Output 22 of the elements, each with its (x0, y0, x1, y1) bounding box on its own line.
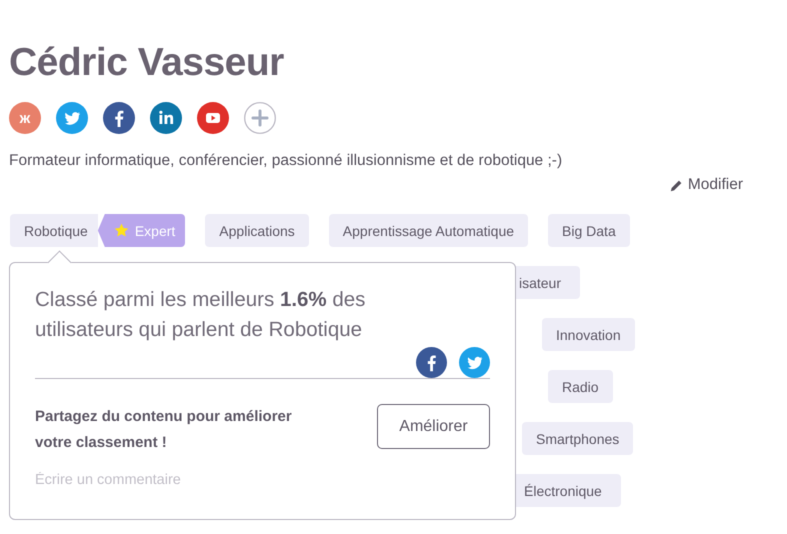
improve-button[interactable]: Améliorer (377, 404, 490, 449)
ranking-text: Classé parmi les meilleurs 1.6% des utilisateurs qui parlent de Robotique (35, 287, 366, 343)
twitter-icon[interactable] (459, 347, 490, 378)
topic-tag[interactable]: Applications (205, 214, 309, 247)
twitter-icon[interactable] (56, 102, 88, 134)
linkedin-icon[interactable] (150, 102, 182, 134)
topic-tag[interactable]: Innovation (542, 318, 635, 351)
pencil-icon (670, 178, 683, 192)
topic-tag[interactable]: Robotique (10, 214, 98, 247)
star-icon (114, 223, 129, 238)
edit-link[interactable]: Modifier (670, 176, 743, 194)
youtube-icon[interactable] (197, 102, 229, 134)
topic-tag[interactable]: Big Data (548, 214, 630, 247)
topic-tag[interactable]: Radio (548, 370, 613, 403)
topic-tag[interactable]: Apprentissage Automatique (328, 214, 528, 247)
share-prompt: Partagez du contenu pour améliorer votre classement ! (35, 407, 293, 453)
profile-name: Cédric Vasseur (9, 40, 285, 86)
topic-tag[interactable]: Smartphones (522, 422, 634, 455)
expert-badge: Expert (98, 214, 186, 247)
facebook-icon[interactable] (416, 347, 447, 378)
facebook-icon[interactable] (103, 102, 135, 134)
profile-bio: Formateur informatique, conférencier, passionné illusionnisme et de robotique ;-) (9, 152, 564, 170)
